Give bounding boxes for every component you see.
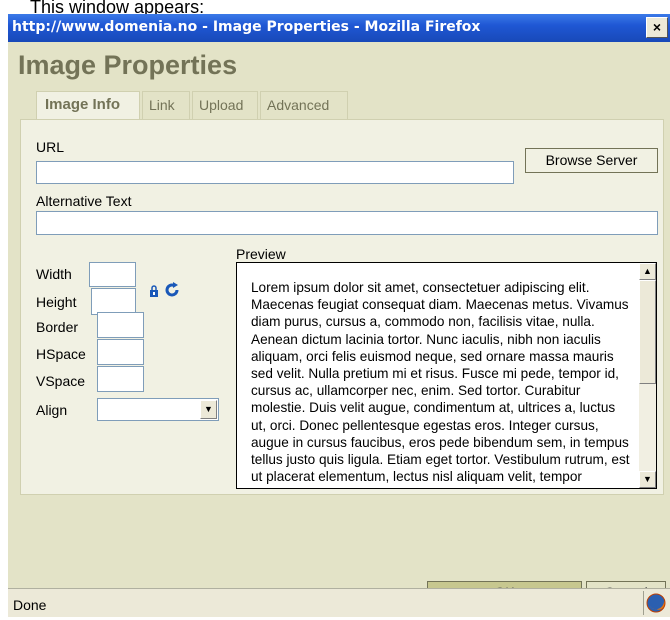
height-input[interactable] [91,288,136,315]
firefox-icon [643,591,668,615]
preview-scrollbar[interactable]: ▲ ▼ [639,263,656,488]
hspace-label: HSpace [36,346,86,362]
height-input-frame [91,288,136,315]
alt-text-input[interactable] [36,211,658,235]
preview-pane: Lorem ipsum dolor sit amet, consectetuer… [236,262,657,489]
preview-text: Lorem ipsum dolor sit amet, consectetuer… [251,280,630,488]
tab-link[interactable]: Link [142,91,190,119]
window-title: http://www.domenia.no - Image Properties… [12,19,481,35]
border-label: Border [36,319,79,335]
width-label: Width [36,266,72,282]
align-select[interactable]: ▼ [97,398,219,421]
border-input[interactable] [97,312,144,338]
browse-server-button[interactable]: Browse Server [525,148,658,173]
align-label: Align [36,402,68,418]
width-input[interactable] [89,262,136,287]
scroll-up-icon[interactable]: ▲ [639,263,656,280]
status-bar: Done [8,588,670,617]
preview-label: Preview [236,246,286,262]
tab-upload[interactable]: Upload [192,91,258,119]
height-label: Height [36,294,77,310]
window-title-bar: http://www.domenia.no - Image Properties… [8,14,670,42]
url-label: URL [36,139,65,155]
tab-image-info[interactable]: Image Info [36,91,140,120]
status-text: Done [13,597,47,613]
url-input[interactable] [36,161,514,184]
vspace-input[interactable] [97,366,144,392]
close-button[interactable]: × [646,17,668,38]
chevron-down-icon[interactable]: ▼ [200,400,217,419]
reset-size-icon[interactable] [164,282,180,298]
vspace-label: VSpace [36,373,86,389]
scroll-thumb[interactable] [639,280,656,384]
dialog-title: Image Properties [18,50,238,80]
alt-text-label: Alternative Text [36,193,132,209]
lock-ratio-icon[interactable] [149,284,159,297]
hspace-input[interactable] [97,339,144,365]
tab-advanced[interactable]: Advanced [260,91,348,119]
scroll-down-icon[interactable]: ▼ [639,471,656,488]
